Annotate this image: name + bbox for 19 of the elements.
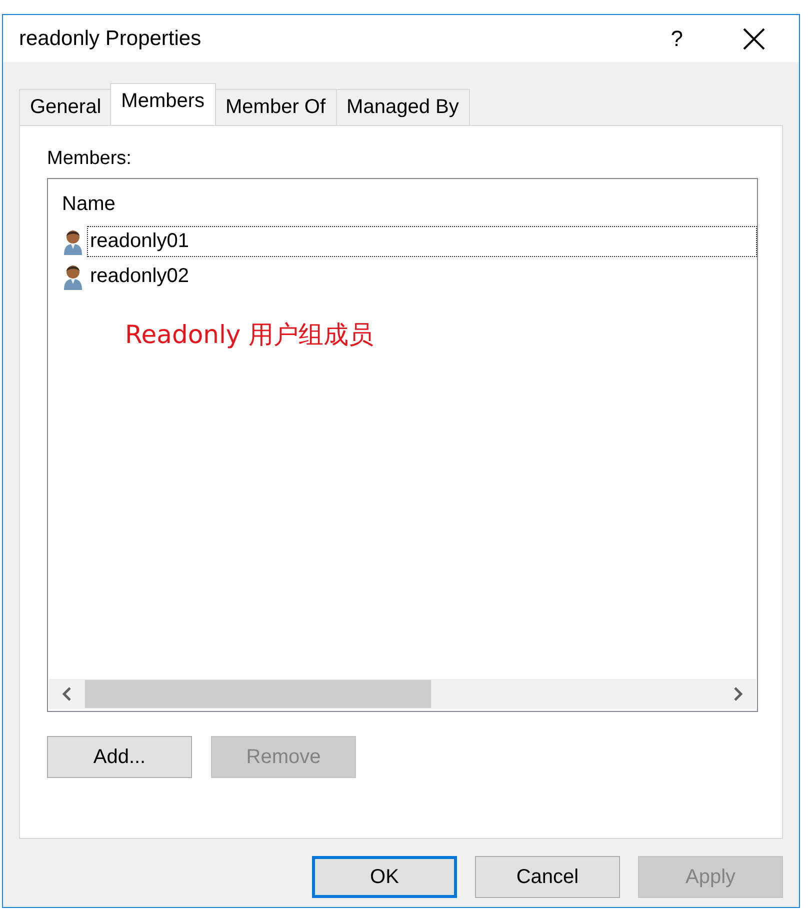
annotation-text: Readonly 用户组成员 xyxy=(125,319,375,351)
help-button[interactable]: ? xyxy=(670,26,683,52)
user-icon xyxy=(62,262,84,290)
members-label: Members: xyxy=(47,148,132,170)
tab[interactable]: Managed By xyxy=(336,89,470,125)
user-icon xyxy=(62,228,84,256)
close-icon[interactable] xyxy=(743,28,765,50)
horizontal-scrollbar[interactable] xyxy=(49,679,756,709)
scroll-left-icon[interactable] xyxy=(62,686,72,702)
ok-button[interactable]: OK xyxy=(312,856,457,898)
add-button[interactable]: Add... xyxy=(47,736,192,778)
scroll-right-icon[interactable] xyxy=(733,686,743,702)
member-item[interactable]: readonly02 xyxy=(87,261,757,292)
tab[interactable]: Members xyxy=(110,83,216,125)
cancel-button[interactable]: Cancel xyxy=(475,856,620,898)
window-title: readonly Properties xyxy=(19,26,202,50)
tab[interactable]: General xyxy=(19,89,112,125)
column-header[interactable]: Name xyxy=(48,179,757,221)
member-item[interactable]: readonly01 xyxy=(87,226,757,257)
